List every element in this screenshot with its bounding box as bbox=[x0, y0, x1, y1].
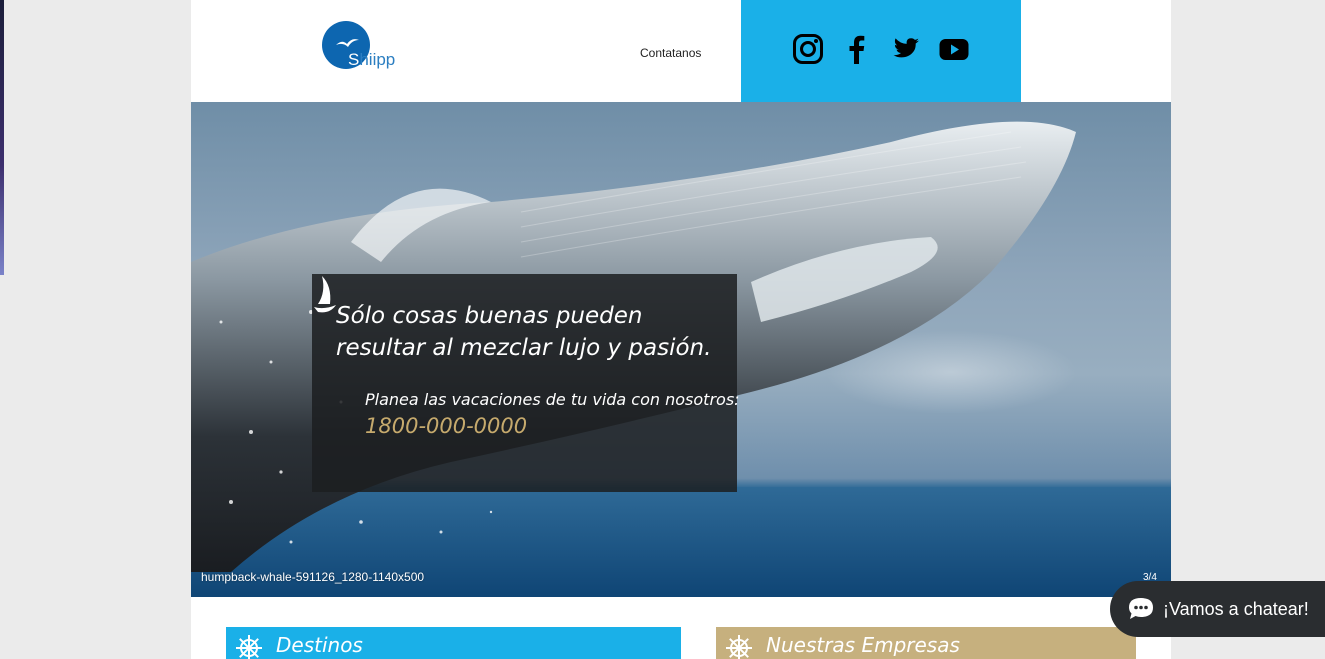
browser-edge-strip bbox=[0, 0, 4, 275]
card-destinos-title: Destinos bbox=[276, 633, 363, 657]
site-header: Shiipp Contatanos bbox=[191, 0, 1171, 102]
nav-link-contact[interactable]: Contatanos bbox=[640, 46, 701, 60]
card-destinos-header[interactable]: Destinos bbox=[226, 627, 681, 659]
sailboat-icon bbox=[314, 276, 336, 313]
hero-plan-text: Planea las vacaciones de tu vida con nos… bbox=[365, 390, 740, 409]
hero-headline: Sólo cosas buenas pueden resultar al mez… bbox=[336, 303, 712, 361]
card-empresas-header[interactable]: Nuestras Empresas bbox=[716, 627, 1136, 659]
instagram-icon[interactable] bbox=[792, 33, 824, 65]
facebook-icon[interactable] bbox=[841, 33, 873, 65]
twitter-icon[interactable] bbox=[889, 33, 921, 65]
chat-bubble-icon bbox=[1129, 598, 1153, 619]
ship-wheel-icon bbox=[236, 635, 262, 659]
logo-text: Shiipp bbox=[348, 50, 395, 70]
image-filename-label: humpback-whale-591126_1280-1140x500 bbox=[201, 570, 425, 584]
chat-button[interactable]: ¡Vamos a chatear! bbox=[1110, 581, 1325, 637]
social-bar bbox=[741, 0, 1021, 102]
hero-caption-box: Sólo cosas buenas pueden resultar al mez… bbox=[312, 274, 740, 492]
logo-text-first: S bbox=[348, 50, 360, 69]
card-empresas-title: Nuestras Empresas bbox=[766, 633, 960, 657]
hero-slideshow[interactable]: Sólo cosas buenas pueden resultar al mez… bbox=[191, 102, 1171, 597]
chat-button-label: ¡Vamos a chatear! bbox=[1163, 599, 1309, 619]
youtube-icon[interactable] bbox=[938, 33, 970, 65]
site-logo[interactable]: Shiipp bbox=[322, 21, 422, 71]
ship-wheel-icon bbox=[726, 635, 752, 659]
hero-phone-number[interactable]: 1800-000-0000 bbox=[365, 414, 527, 438]
logo-text-rest: hiipp bbox=[359, 50, 396, 69]
site-page: Shiipp Contatanos Sólo cosas buenas pued… bbox=[191, 0, 1171, 659]
